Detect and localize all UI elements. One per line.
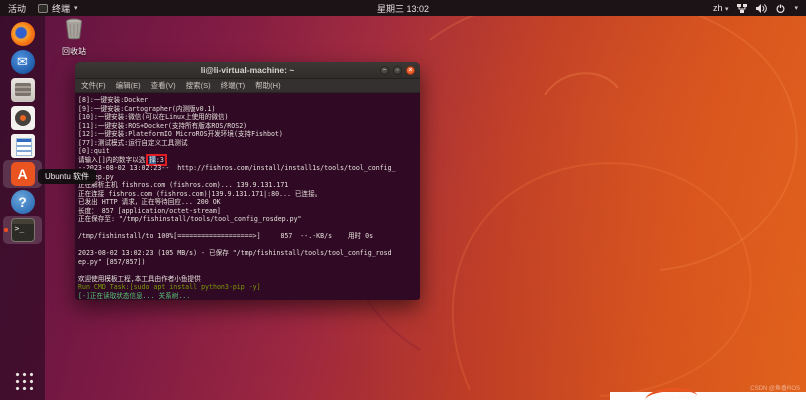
maximize-button[interactable]: ◦ (393, 66, 402, 75)
terminal-line: [11]:一键安装:ROS+Docker(支持所有版本ROS/ROS2) (78, 122, 417, 131)
terminal-line: rosdep.py (78, 173, 417, 182)
terminal-line: 正在连接 fishros.com (fishros.com)|139.9.131… (78, 190, 417, 199)
dock-item-terminal[interactable] (3, 216, 42, 244)
terminal-line: [10]:一键安装:微信(可以在Linux上使用的微信) (78, 113, 417, 122)
fish-logo-swoosh (645, 386, 698, 400)
app-menu[interactable]: 终端 ▾ (38, 2, 78, 15)
trash-label: 回收站 (52, 46, 96, 57)
terminal-line: 欢迎使用模板工程,本工具由作者小鱼提供 (78, 275, 417, 284)
dock-item-rhythmbox[interactable] (3, 104, 42, 132)
terminal-window: li@li-virtual-machine: ~ − ◦ × 文件(F) 编辑(E… (75, 62, 420, 300)
dock-item-help[interactable] (3, 188, 42, 216)
trash-shortcut[interactable]: 回收站 (52, 18, 96, 57)
terminal-line: 正在解析主机 fishros.com (fishros.com)... 139.… (78, 181, 417, 190)
writer-icon (11, 134, 35, 158)
terminal-app-icon (38, 4, 48, 13)
rhythmbox-icon (11, 106, 35, 130)
terminal-line: ep.py" [857/857]) (78, 258, 417, 267)
software-icon (11, 162, 35, 186)
terminal-line: [12]:一键安装:PlateformIO MicroROS开发环境(支持Fis… (78, 130, 417, 139)
dock-tooltip: Ubuntu 软件 (38, 169, 96, 184)
firefox-icon (11, 22, 35, 46)
activities-button[interactable]: 活动 (8, 2, 26, 15)
network-icon[interactable] (737, 4, 747, 13)
window-title: li@li-virtual-machine: ~ (75, 65, 420, 75)
terminal-line (78, 224, 417, 233)
clock[interactable]: 星期三 13:02 (377, 4, 429, 14)
terminal-line: 正在保存至: "/tmp/fishinstall/tools/tool_conf… (78, 215, 417, 224)
dock-item-writer[interactable] (3, 132, 42, 160)
dock-item-files[interactable] (3, 76, 42, 104)
terminal-line: --2023-08-02 13:02:23-- http://fishros.c… (78, 164, 417, 173)
dock-item-software[interactable] (3, 160, 42, 188)
chevron-down-icon: ▾ (725, 6, 729, 13)
menu-item-0[interactable]: 文件(F) (81, 80, 106, 91)
apps-icon (13, 370, 33, 390)
terminal-line: [9]:一键安装:Cartographer(内测版v0.1) (78, 105, 417, 114)
help-icon (11, 190, 35, 214)
terminal-line: 长度： 857 [application/octet-stream] (78, 207, 417, 216)
top-bar: 活动 终端 ▾ 星期三 13:02 zh ▾ ▾ (0, 0, 806, 16)
minimize-button[interactable]: − (380, 66, 389, 75)
terminal-line: [8]:一键安装:Docker (78, 96, 417, 105)
menu-item-4[interactable]: 终端(T) (221, 80, 246, 91)
terminal-menubar: 文件(F) 编辑(E) 查看(V) 搜索(S) 终端(T) 帮助(H) (75, 79, 420, 93)
chevron-down-icon: ▾ (74, 4, 78, 12)
terminal-body[interactable]: [8]:一键安装:Docker[9]:一键安装:Cartographer(内测版… (75, 93, 420, 300)
terminal-line (78, 241, 417, 250)
terminal-line: [-]正在读取状态信息... 关系树... (78, 292, 417, 301)
menu-item-5[interactable]: 帮助(H) (255, 80, 280, 91)
terminal-icon (11, 218, 35, 242)
trash-icon (63, 18, 85, 40)
thunderbird-icon (11, 50, 35, 74)
input-method-indicator[interactable]: zh ▾ (713, 3, 729, 13)
terminal-line: [0]:quit (78, 147, 417, 156)
terminal-line: Run CMD Task:[sudo apt install python3-p… (78, 283, 417, 292)
terminal-line: 请输入[]内的数字以选择:3 (78, 156, 417, 165)
volume-icon[interactable] (756, 4, 767, 13)
dock-item-apps[interactable] (3, 366, 42, 394)
terminal-line (78, 266, 417, 275)
window-titlebar[interactable]: li@li-virtual-machine: ~ − ◦ × (75, 62, 420, 79)
files-icon (11, 78, 35, 102)
menu-item-1[interactable]: 编辑(E) (116, 80, 141, 91)
dock-item-thunderbird[interactable] (3, 48, 42, 76)
close-button[interactable]: × (406, 66, 415, 75)
power-icon[interactable] (776, 4, 785, 13)
chevron-down-icon[interactable]: ▾ (794, 4, 798, 12)
menu-item-2[interactable]: 查看(V) (151, 80, 176, 91)
terminal-line: 已发出 HTTP 请求，正在等待回应... 200 OK (78, 198, 417, 207)
csdn-watermark: CSDN @鱼香ROS (750, 383, 800, 392)
terminal-line: [77]:测试模式:运行自定义工具测试 (78, 139, 417, 148)
input-method-label: zh (713, 3, 723, 13)
terminal-line: 2023-08-02 13:02:23 (105 MB/s) - 已保存 "/t… (78, 249, 417, 258)
bottom-page-strip (610, 392, 806, 400)
app-menu-label: 终端 (52, 2, 70, 15)
terminal-line: /tmp/fishinstall/to 100%[===============… (78, 232, 417, 241)
desktop: 活动 终端 ▾ 星期三 13:02 zh ▾ ▾ (0, 0, 806, 400)
menu-item-3[interactable]: 搜索(S) (186, 80, 211, 91)
running-indicator (4, 228, 8, 232)
dock-item-firefox[interactable] (3, 20, 42, 48)
dock (0, 16, 45, 400)
